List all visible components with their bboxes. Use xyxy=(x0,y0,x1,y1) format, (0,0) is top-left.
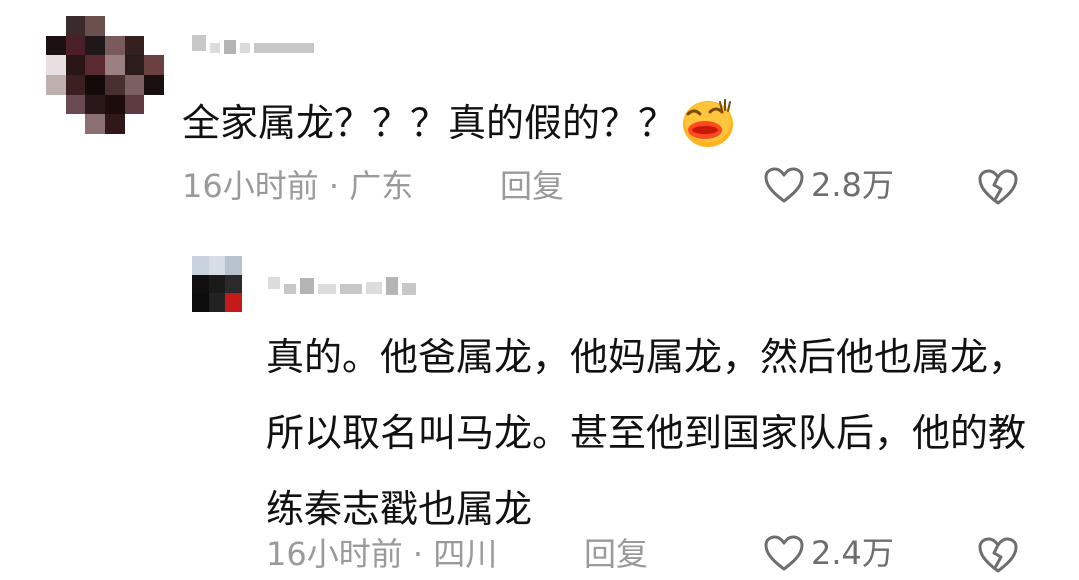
heart-outline-icon xyxy=(764,167,804,203)
comment-text: 全家属龙？？？真的假的？？ xyxy=(182,96,736,148)
like-count: 2.8万 xyxy=(811,166,894,204)
replier-username[interactable] xyxy=(268,268,416,298)
broken-heart-icon[interactable] xyxy=(977,536,1019,574)
reply-text: 真的。他爸属龙，他妈属龙，然后他也属龙，所以取名叫马龙。甚至他到国家队后，他的教… xyxy=(266,335,1027,531)
reply-reply-button[interactable]: 回复 xyxy=(584,538,648,570)
reply-like-count: 2.4万 xyxy=(811,534,894,572)
replier-avatar[interactable] xyxy=(192,256,242,312)
reply-like-button[interactable]: 2.4万 xyxy=(763,534,894,572)
laughing-tears-emoji xyxy=(683,99,734,147)
heart-outline-icon xyxy=(764,535,804,571)
commenter-username[interactable] xyxy=(192,28,314,58)
reply-button[interactable]: 回复 xyxy=(500,170,564,202)
reply-time-location: 16小时前 · 四川 xyxy=(266,535,498,573)
commenter-avatar[interactable] xyxy=(46,16,164,134)
like-button[interactable]: 2.8万 xyxy=(763,166,894,204)
comment-text-content: 全家属龙？？？真的假的？？ xyxy=(182,101,677,145)
comment-time-location: 16小时前 · 广东 xyxy=(182,167,414,205)
broken-heart-icon[interactable] xyxy=(977,168,1019,206)
